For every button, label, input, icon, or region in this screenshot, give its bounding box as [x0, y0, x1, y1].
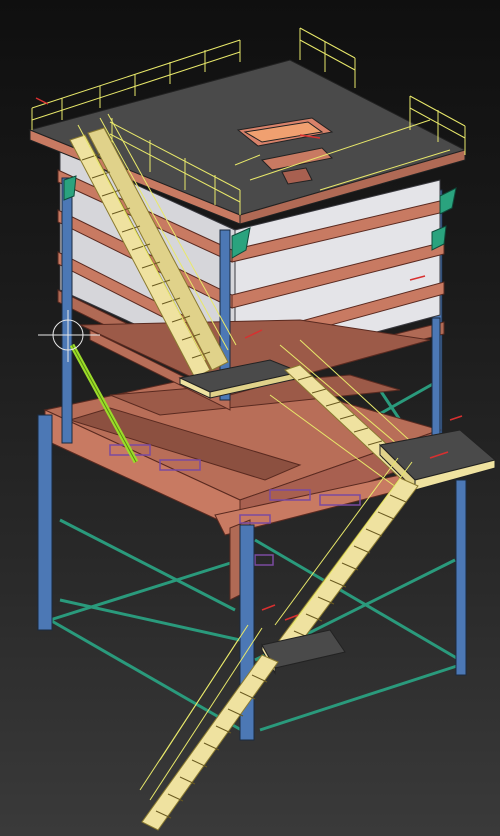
structure-model[interactable]: [0, 0, 500, 836]
3d-viewport[interactable]: [0, 0, 500, 836]
bottom-stair: [139, 624, 279, 831]
